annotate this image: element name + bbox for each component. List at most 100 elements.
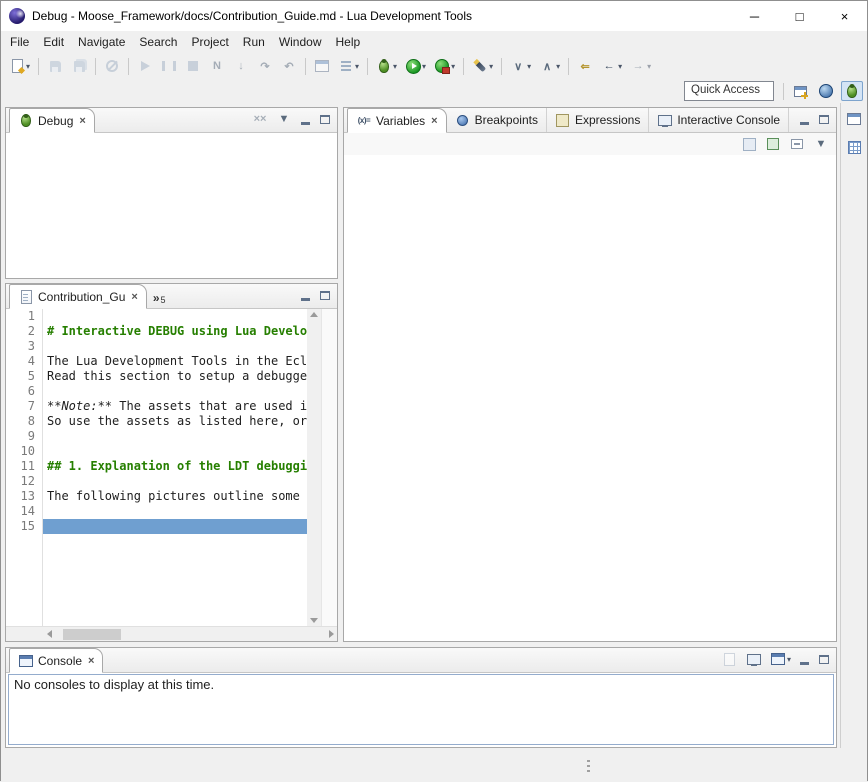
previous-annotation-dropdown-icon[interactable]: ▾ bbox=[556, 62, 560, 71]
suspend-button[interactable] bbox=[158, 56, 180, 76]
step-over-icon: ↷ bbox=[257, 58, 273, 74]
new-wizard-dropdown-icon[interactable]: ▾ bbox=[26, 62, 30, 71]
variables-icon: (x)= bbox=[356, 113, 372, 129]
open-console-page-button[interactable] bbox=[719, 649, 741, 669]
variables-tab[interactable]: (x)=Variables× bbox=[347, 108, 447, 133]
scroll-up-icon[interactable] bbox=[310, 312, 318, 317]
maximize-console-view-button[interactable] bbox=[814, 651, 833, 668]
breakpoints-tab-label: Breakpoints bbox=[475, 113, 538, 127]
variables-view-toolbar: ▼ bbox=[344, 133, 836, 155]
forward-dropdown-icon[interactable]: ▾ bbox=[647, 62, 651, 71]
external-tools-button[interactable]: ▾ bbox=[431, 56, 458, 76]
editor-code[interactable]: # Interactive DEBUG using Lua DevelopThe… bbox=[43, 309, 307, 626]
debug-dropdown-icon[interactable]: ▾ bbox=[393, 62, 397, 71]
splitter-handle[interactable] bbox=[587, 760, 590, 774]
maximize-variables-view-button[interactable] bbox=[814, 111, 833, 128]
hidden-editors-chevron[interactable]: »5 bbox=[147, 281, 172, 308]
open-perspective-button[interactable] bbox=[789, 81, 811, 101]
menu-project[interactable]: Project bbox=[184, 31, 235, 53]
run-button[interactable]: ▾ bbox=[402, 56, 429, 76]
lua-perspective-button[interactable] bbox=[815, 81, 837, 101]
scroll-right-icon[interactable] bbox=[329, 630, 334, 638]
debug-perspective-button[interactable] bbox=[841, 81, 863, 101]
variables-view-content bbox=[344, 155, 836, 641]
disconnect-button[interactable]: N bbox=[206, 56, 228, 76]
menu-file[interactable]: File bbox=[3, 31, 36, 53]
remove-all-terminated-button[interactable]: ×× bbox=[249, 109, 271, 129]
editor-vertical-scrollbar[interactable] bbox=[307, 309, 321, 626]
maximize-debug-view-button[interactable] bbox=[315, 111, 334, 128]
minimized-view-stack-icon bbox=[846, 139, 862, 155]
last-edit-location-button[interactable]: ⇐ bbox=[574, 56, 596, 76]
save-all-button[interactable] bbox=[68, 56, 90, 76]
resume-button[interactable] bbox=[134, 56, 156, 76]
line-number: 15 bbox=[6, 519, 35, 534]
skip-all-breakpoints-button[interactable] bbox=[101, 56, 123, 76]
save-button[interactable] bbox=[44, 56, 66, 76]
minimized-view-stack-button[interactable] bbox=[843, 137, 865, 157]
drop-to-frame-button[interactable] bbox=[311, 56, 333, 76]
step-into-button[interactable]: ↓ bbox=[230, 56, 252, 76]
use-step-filters-dropdown-icon[interactable]: ▾ bbox=[355, 62, 359, 71]
collapse-all-button[interactable] bbox=[786, 134, 808, 154]
interactive-console-tab[interactable]: Interactive Console bbox=[649, 108, 789, 132]
display-selected-console-button[interactable] bbox=[743, 649, 765, 669]
debug-view-menu-button[interactable]: ▼ bbox=[273, 109, 295, 129]
disconnect-icon: N bbox=[209, 58, 225, 74]
minimize-editor-button[interactable] bbox=[296, 287, 315, 304]
show-type-names-button[interactable] bbox=[738, 134, 760, 154]
menu-window[interactable]: Window bbox=[272, 31, 329, 53]
menu-help[interactable]: Help bbox=[329, 31, 368, 53]
expressions-tab[interactable]: Expressions bbox=[547, 108, 649, 132]
horizontal-scroll-thumb[interactable] bbox=[63, 629, 121, 640]
minimize-button[interactable]: ─ bbox=[732, 1, 777, 31]
menu-run[interactable]: Run bbox=[236, 31, 272, 53]
minimize-debug-view-button[interactable] bbox=[296, 111, 315, 128]
minimize-console-view-button[interactable] bbox=[795, 651, 814, 668]
search-dropdown-icon[interactable]: ▾ bbox=[489, 62, 493, 71]
step-over-button[interactable]: ↷ bbox=[254, 56, 276, 76]
terminate-button[interactable] bbox=[182, 56, 204, 76]
step-return-button[interactable]: ↶ bbox=[278, 56, 300, 76]
use-step-filters-button[interactable]: ▾ bbox=[335, 56, 362, 76]
minimize-variables-view-button[interactable] bbox=[795, 111, 814, 128]
forward-button[interactable]: →▾ bbox=[627, 56, 654, 76]
scroll-down-icon[interactable] bbox=[310, 618, 318, 623]
next-annotation-dropdown-icon[interactable]: ▾ bbox=[527, 62, 531, 71]
previous-annotation-button[interactable]: ∧▾ bbox=[536, 56, 563, 76]
console-tab[interactable]: Console × bbox=[9, 648, 103, 673]
search-button[interactable]: ▾ bbox=[469, 56, 496, 76]
scroll-left-icon[interactable] bbox=[47, 630, 52, 638]
menu-search[interactable]: Search bbox=[132, 31, 184, 53]
open-console-button[interactable]: ▾ bbox=[767, 649, 794, 669]
menu-navigate[interactable]: Navigate bbox=[71, 31, 132, 53]
close-button[interactable]: × bbox=[822, 1, 867, 31]
variables-view-menu-button[interactable]: ▼ bbox=[810, 134, 832, 154]
debug-tab[interactable]: Debug × bbox=[9, 108, 95, 133]
breakpoints-tab[interactable]: Breakpoints bbox=[447, 108, 547, 132]
maximize-editor-button[interactable] bbox=[315, 287, 334, 304]
run-dropdown-icon[interactable]: ▾ bbox=[422, 62, 426, 71]
quick-access-box[interactable]: Quick Access bbox=[684, 81, 774, 101]
workbench: Debug × ××▼ (x)=Variables×BreakpointsExp… bbox=[1, 103, 867, 782]
close-debug-tab-icon[interactable]: × bbox=[79, 115, 85, 127]
open-console-dropdown-icon[interactable]: ▾ bbox=[787, 655, 791, 664]
debug-button[interactable]: ▾ bbox=[373, 56, 400, 76]
maximize-button[interactable]: □ bbox=[777, 1, 822, 31]
external-tools-dropdown-icon[interactable]: ▾ bbox=[451, 62, 455, 71]
show-logical-structures-button[interactable] bbox=[762, 134, 784, 154]
editor-horizontal-scrollbar[interactable] bbox=[6, 626, 337, 641]
editor-tab-contribution-guide[interactable]: Contribution_Gu × bbox=[9, 284, 147, 309]
back-dropdown-icon[interactable]: ▾ bbox=[618, 62, 622, 71]
main-toolbar: ▾N↓↷↶▾▾▾▾▾∨▾∧▾⇐←▾→▾ bbox=[1, 53, 867, 79]
close-editor-tab-icon[interactable]: × bbox=[131, 291, 137, 303]
new-wizard-button[interactable]: ▾ bbox=[6, 56, 33, 76]
restore-editor-area-button[interactable] bbox=[843, 109, 865, 129]
menu-edit[interactable]: Edit bbox=[36, 31, 71, 53]
close-console-tab-icon[interactable]: × bbox=[88, 655, 94, 667]
editor-line bbox=[43, 429, 307, 444]
next-annotation-button[interactable]: ∨▾ bbox=[507, 56, 534, 76]
close-variables-tab-icon[interactable]: × bbox=[431, 115, 437, 127]
drop-to-frame-icon bbox=[314, 58, 330, 74]
back-button[interactable]: ←▾ bbox=[598, 56, 625, 76]
